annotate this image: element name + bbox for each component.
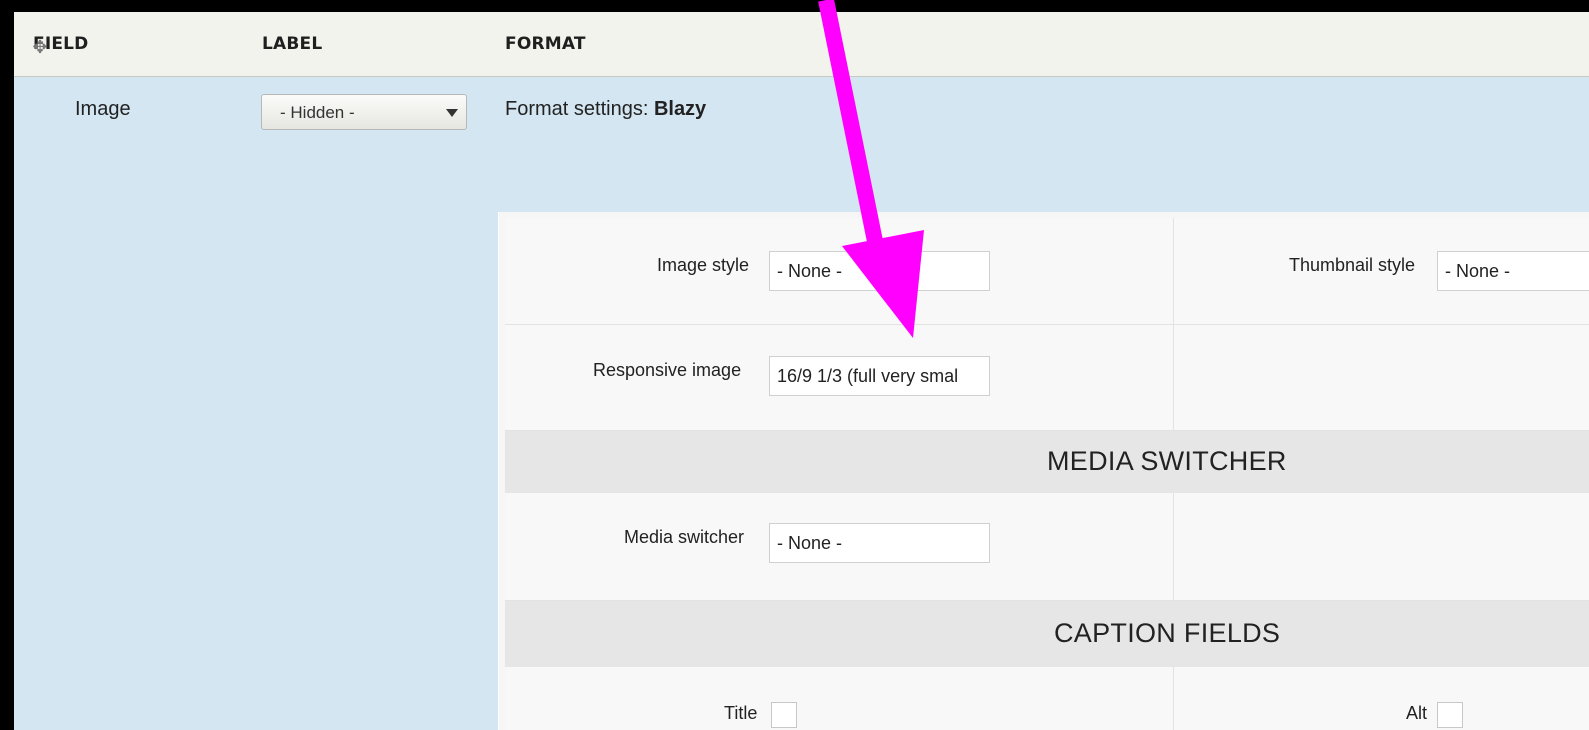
caption-fields-section: CAPTION FIELDS bbox=[505, 601, 1589, 667]
label-display-value: - Hidden - bbox=[280, 103, 355, 122]
image-style-label: Image style bbox=[657, 255, 750, 275]
format-name: Blazy bbox=[653, 98, 707, 120]
caret-down-icon bbox=[446, 109, 458, 117]
media-switcher-cell: Media switcher - None - bbox=[505, 493, 1174, 601]
media-switcher-label: Media switcher bbox=[624, 527, 745, 547]
responsive-image-label: Responsive image bbox=[593, 360, 742, 380]
media-switcher-select[interactable]: - None - bbox=[769, 523, 990, 563]
image-style-cell: Image style - None - bbox=[505, 218, 1174, 325]
field-display-table: FIELD LABEL FORMAT ✥ Image - Hidden - Fo… bbox=[14, 12, 1589, 730]
field-name: Image bbox=[75, 98, 131, 120]
empty-cell bbox=[1174, 493, 1589, 601]
responsive-image-select[interactable]: 16/9 1/3 (full very smal bbox=[769, 356, 990, 396]
move-arrows-icon[interactable]: ✥ bbox=[31, 38, 49, 56]
header-format: FORMAT bbox=[505, 34, 586, 54]
caption-alt-label: Alt bbox=[1406, 703, 1428, 723]
caption-title-cell: Title bbox=[505, 667, 1174, 730]
thumbnail-style-select[interactable]: - None - bbox=[1437, 251, 1589, 291]
empty-cell bbox=[1174, 325, 1589, 431]
caption-alt-cell: Alt bbox=[1174, 667, 1589, 730]
caption-title-label: Title bbox=[724, 703, 758, 723]
caption-fields-heading: CAPTION FIELDS bbox=[1054, 618, 1281, 648]
responsive-image-cell: Responsive image 16/9 1/3 (full very sma… bbox=[505, 325, 1174, 431]
image-style-select[interactable]: - None - bbox=[769, 251, 990, 291]
caption-title-checkbox[interactable] bbox=[771, 702, 797, 728]
caption-alt-checkbox[interactable] bbox=[1437, 702, 1463, 728]
label-display-select[interactable]: - Hidden - bbox=[261, 94, 467, 130]
format-settings-prefix: Format settings: bbox=[505, 98, 654, 120]
table-header: FIELD LABEL FORMAT bbox=[14, 12, 1589, 77]
format-settings-panel: Image style - None - Thumbnail style - N… bbox=[498, 212, 1589, 730]
media-switcher-heading: MEDIA SWITCHER bbox=[1047, 446, 1287, 476]
media-switcher-section: MEDIA SWITCHER bbox=[505, 431, 1589, 493]
header-label: LABEL bbox=[262, 34, 323, 54]
thumbnail-style-label: Thumbnail style bbox=[1289, 255, 1416, 275]
format-settings-title: Format settings: Blazy bbox=[505, 98, 706, 121]
thumbnail-style-cell: Thumbnail style - None - bbox=[1174, 218, 1589, 325]
